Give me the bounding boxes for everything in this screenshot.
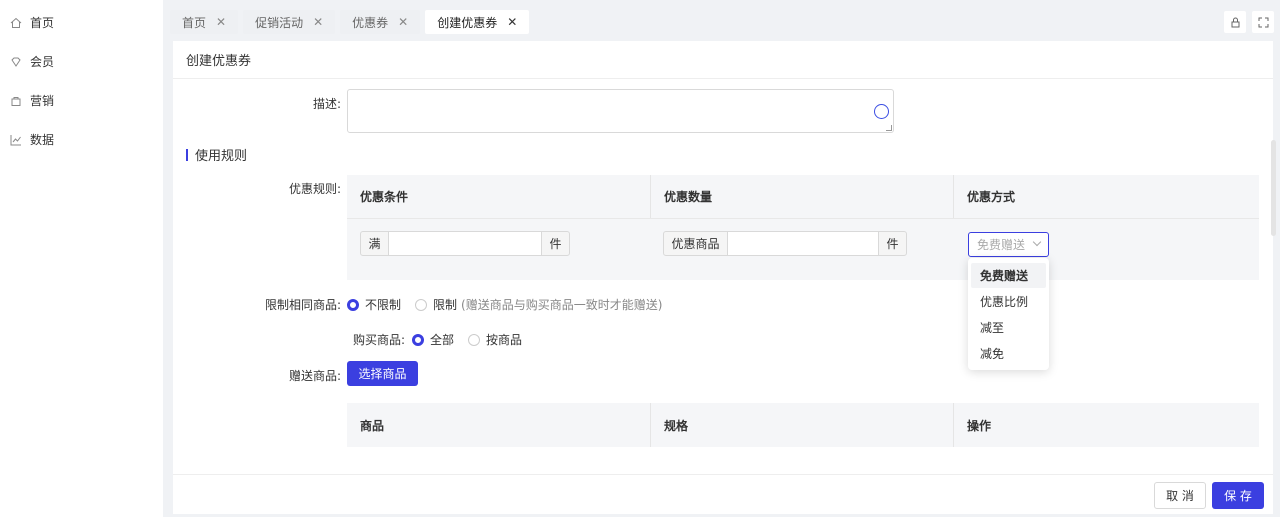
chevron-down-icon <box>1032 237 1042 247</box>
section-title-label: 使用规则 <box>195 149 248 164</box>
grammarly-icon[interactable] <box>874 104 889 119</box>
limit-none-label[interactable]: 不限制 <box>365 296 401 313</box>
dropdown-option[interactable]: 优惠比例 <box>971 289 1046 314</box>
condition-prefix: 满 <box>360 231 389 256</box>
goods-table-header: 商品 规格 操作 <box>347 403 1259 447</box>
home-icon <box>10 17 22 29</box>
sidebar-item-label: 首页 <box>30 16 55 30</box>
resize-handle-icon[interactable] <box>886 125 892 131</box>
cancel-button[interactable]: 取 消 <box>1154 482 1206 509</box>
section-title: 使用规则 <box>186 145 247 164</box>
column-header: 操作 <box>967 418 992 433</box>
limit-hint: (赠送商品与购买商品一致时才能赠送) <box>461 298 663 312</box>
tab-bar: 首页 ✕ 促销活动 ✕ 优惠券 ✕ 创建优惠券 ✕ <box>170 10 530 36</box>
quantity-prefix: 优惠商品 <box>663 231 728 256</box>
rule-table: 优惠条件 优惠数量 优惠方式 满 件 优惠商品 件 免费赠送 <box>347 175 1259 280</box>
dropdown-option[interactable]: 减至 <box>971 315 1046 340</box>
limit-label-option[interactable]: 限制 <box>433 296 457 313</box>
column-header: 优惠条件 <box>347 175 651 218</box>
purchase-by-goods-label[interactable]: 按商品 <box>486 331 522 348</box>
condition-input-group: 满 件 <box>360 231 570 256</box>
section-bar <box>186 148 188 161</box>
tab-label: 促销活动 <box>255 15 304 30</box>
gift-label: 赠送商品: <box>288 369 341 383</box>
description-label: 描述: <box>312 97 341 111</box>
footer-bar: 取 消 保 存 <box>173 474 1273 514</box>
purchase-all-label[interactable]: 全部 <box>430 331 454 348</box>
purchase-label: 购买商品: <box>352 333 405 347</box>
sidebar-item-label: 营销 <box>30 94 55 108</box>
sidebar: 首页 会员 营销 数据 <box>0 0 163 517</box>
fullscreen-icon[interactable] <box>1252 11 1274 33</box>
method-select-value: 免费赠送 <box>977 238 1026 252</box>
main-card: 创建优惠券 描述: 使用规则 优惠规则: 优惠条件 优惠数量 优惠方式 满 件 … <box>173 41 1273 514</box>
select-goods-button[interactable]: 选择商品 <box>347 361 418 386</box>
column-header: 商品 <box>347 403 651 447</box>
rule-table-header: 优惠条件 优惠数量 优惠方式 <box>347 175 1259 219</box>
quantity-suffix: 件 <box>878 231 907 256</box>
close-icon[interactable]: ✕ <box>216 15 226 29</box>
rule-label: 优惠规则: <box>288 182 341 196</box>
quantity-input-group: 优惠商品 件 <box>663 231 907 256</box>
tab-label: 优惠券 <box>352 15 389 30</box>
quantity-input[interactable] <box>728 231 878 256</box>
tab-label: 创建优惠券 <box>437 15 498 30</box>
bag-icon <box>10 95 22 107</box>
sidebar-item-home[interactable]: 首页 <box>0 3 163 42</box>
sidebar-item-marketing[interactable]: 营销 <box>0 81 163 120</box>
column-header: 规格 <box>651 403 954 447</box>
tab-promotion[interactable]: 促销活动 ✕ <box>243 10 336 34</box>
close-icon[interactable]: ✕ <box>398 15 408 29</box>
page-title: 创建优惠券 <box>173 41 1273 79</box>
purchase-all-radio[interactable] <box>412 333 424 346</box>
method-dropdown: 免费赠送 优惠比例 减至 减免 <box>968 258 1049 370</box>
chart-icon <box>10 134 22 146</box>
dropdown-option[interactable]: 免费赠送 <box>971 263 1046 288</box>
tab-coupons[interactable]: 优惠券 ✕ <box>340 10 421 34</box>
purchase-radio-group: 全部 按商品 <box>412 331 522 348</box>
limit-label: 限制相同商品: <box>264 298 341 312</box>
column-header: 优惠数量 <box>651 175 954 218</box>
close-icon[interactable]: ✕ <box>507 15 517 29</box>
condition-input[interactable] <box>389 231 541 256</box>
tab-home[interactable]: 首页 ✕ <box>170 10 239 34</box>
tab-create-coupon[interactable]: 创建优惠券 ✕ <box>425 10 530 34</box>
dropdown-option[interactable]: 减免 <box>971 341 1046 366</box>
sidebar-item-member[interactable]: 会员 <box>0 42 163 81</box>
limit-radio-group: 不限制 限制 (赠送商品与购买商品一致时才能赠送) <box>347 296 662 313</box>
close-icon[interactable]: ✕ <box>313 15 323 29</box>
purchase-by-goods-radio[interactable] <box>468 333 481 346</box>
top-actions <box>1224 11 1274 33</box>
sidebar-item-label: 数据 <box>30 133 55 147</box>
save-button[interactable]: 保 存 <box>1212 482 1264 509</box>
sidebar-item-label: 会员 <box>30 55 55 69</box>
description-textarea[interactable] <box>347 89 894 133</box>
limit-radio[interactable] <box>415 298 428 311</box>
column-header: 优惠方式 <box>967 190 1016 204</box>
condition-suffix: 件 <box>541 231 570 256</box>
limit-none-radio[interactable] <box>347 298 359 311</box>
rule-row: 满 件 优惠商品 件 <box>347 219 1259 279</box>
tab-label: 首页 <box>182 15 207 30</box>
scrollbar[interactable] <box>1271 140 1276 236</box>
lock-icon[interactable] <box>1224 11 1246 33</box>
method-select[interactable]: 免费赠送 <box>968 232 1049 257</box>
diamond-icon <box>10 56 22 68</box>
sidebar-item-data[interactable]: 数据 <box>0 120 163 159</box>
